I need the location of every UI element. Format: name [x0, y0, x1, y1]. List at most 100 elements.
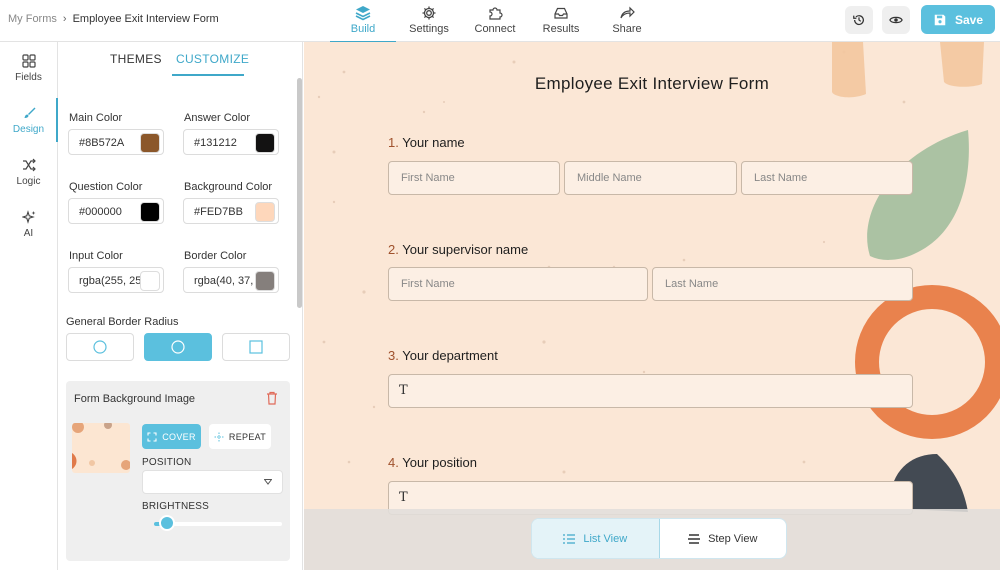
tab-results-label: Results	[542, 23, 580, 35]
background-image-thumbnail	[72, 423, 130, 473]
floppy-icon	[934, 14, 946, 25]
main-color-swatch[interactable]	[140, 133, 160, 153]
input-color-swatch[interactable]	[140, 271, 160, 291]
border-radius-label: General Border Radius	[66, 316, 179, 328]
save-label: Save	[954, 12, 984, 27]
q1-middle-name-placeholder: Middle Name	[577, 172, 642, 184]
q1-first-name-input[interactable]: First Name	[388, 161, 560, 195]
background-color-field[interactable]: #FED7BB	[183, 198, 279, 224]
tab-share-label: Share	[612, 23, 642, 35]
view-toggle: List View Step View	[531, 518, 787, 559]
question-3-number: 3.	[388, 348, 399, 363]
form-background-image-card: Form Background Image COVER REPEAT POSIT…	[66, 381, 290, 561]
q1-last-name-input[interactable]: Last Name	[741, 161, 913, 195]
list-view-button[interactable]: List View	[532, 519, 660, 558]
text-field-icon: T	[399, 490, 408, 505]
position-select[interactable]	[142, 470, 283, 494]
breadcrumb-separator: ›	[62, 13, 67, 25]
rail-item-logic[interactable]: Logic	[0, 146, 57, 198]
q1-middle-name-input[interactable]: Middle Name	[564, 161, 737, 195]
q3-department-input[interactable]: T	[388, 374, 913, 408]
question-2-text: Your supervisor name	[402, 242, 529, 257]
expand-icon	[147, 431, 157, 442]
tab-build-label: Build	[350, 23, 376, 35]
sparkle-icon	[21, 209, 35, 224]
answer-color-value: #131212	[194, 137, 237, 149]
input-color-label: Input Color	[69, 250, 123, 262]
step-view-button[interactable]: Step View	[660, 519, 787, 558]
question-color-field[interactable]: #000000	[68, 198, 164, 224]
question-4-label: 4. Your position	[388, 455, 477, 470]
background-color-swatch[interactable]	[255, 202, 275, 222]
question-1-number: 1.	[388, 135, 399, 150]
design-panel: THEMES CUSTOMIZE Main Color #8B572A Answ…	[58, 42, 303, 570]
brightness-slider-thumb[interactable]	[158, 515, 175, 531]
border-color-field[interactable]: rgba(40, 37,	[183, 267, 279, 293]
input-color-value: rgba(255, 25	[79, 275, 141, 287]
radius-option-round[interactable]	[66, 333, 134, 361]
rail-item-design[interactable]: Design	[0, 94, 58, 146]
tab-connect-label: Connect	[474, 23, 516, 35]
main-color-value: #8B572A	[79, 137, 125, 149]
eye-icon	[889, 16, 903, 24]
tab-connect[interactable]: Connect	[462, 0, 528, 42]
list-view-label: List View	[583, 532, 628, 545]
tab-themes[interactable]: THEMES	[110, 52, 162, 66]
question-color-label: Question Color	[69, 181, 143, 193]
breadcrumb-my-forms[interactable]: My Forms	[8, 13, 57, 25]
question-color-swatch[interactable]	[140, 202, 160, 222]
rail-logic-label: Logic	[16, 175, 41, 187]
border-color-swatch[interactable]	[255, 271, 275, 291]
top-bar: My Forms › Employee Exit Interview Form …	[0, 0, 1000, 43]
bg-image-title: Form Background Image	[74, 393, 196, 405]
brush-icon	[24, 107, 35, 118]
preview-button[interactable]	[882, 6, 910, 34]
steps-icon	[688, 533, 701, 544]
history-button[interactable]	[845, 6, 873, 34]
q1-first-name-placeholder: First Name	[401, 172, 455, 184]
form-canvas: Employee Exit Interview Form 1. Your nam…	[304, 42, 1000, 570]
question-4-text: Your position	[402, 455, 477, 470]
repeat-grid-icon	[214, 432, 224, 441]
q2-last-name-input[interactable]: Last Name	[652, 267, 913, 301]
radius-option-rounded[interactable]	[144, 333, 212, 361]
repeat-button[interactable]: REPEAT	[209, 424, 271, 449]
circle-icon	[93, 340, 107, 354]
panel-scrollbar[interactable]	[297, 78, 302, 308]
rail-item-fields[interactable]: Fields	[0, 42, 57, 94]
radius-option-square[interactable]	[222, 333, 290, 361]
rail-item-ai[interactable]: AI	[0, 198, 57, 250]
position-label: POSITION	[142, 457, 192, 468]
tab-share[interactable]: Share	[594, 0, 660, 42]
tab-customize[interactable]: CUSTOMIZE	[176, 52, 249, 66]
border-color-label: Border Color	[184, 250, 247, 262]
rounded-square-icon	[171, 340, 185, 354]
tab-results[interactable]: Results	[528, 0, 594, 42]
step-view-label: Step View	[708, 532, 758, 545]
tab-settings[interactable]: Settings	[396, 0, 462, 42]
save-button[interactable]: Save	[921, 5, 995, 34]
breadcrumb: My Forms › Employee Exit Interview Form	[8, 13, 219, 25]
answer-color-field[interactable]: #131212	[183, 129, 279, 155]
grid-icon	[21, 53, 36, 68]
brightness-label: BRIGHTNESS	[142, 501, 210, 512]
background-color-value: #FED7BB	[194, 206, 243, 218]
q2-first-name-input[interactable]: First Name	[388, 267, 648, 301]
trash-icon[interactable]	[266, 391, 278, 405]
background-color-label: Background Color	[184, 181, 273, 193]
cover-label: COVER	[162, 431, 196, 442]
question-3-label: 3. Your department	[388, 348, 498, 363]
question-color-value: #000000	[79, 206, 122, 218]
history-icon	[853, 15, 864, 26]
q2-last-name-placeholder: Last Name	[665, 278, 719, 290]
tab-build[interactable]: Build	[330, 0, 396, 43]
list-icon	[563, 533, 576, 544]
cover-button[interactable]: COVER	[142, 424, 201, 449]
answer-color-swatch[interactable]	[255, 133, 275, 153]
repeat-label: REPEAT	[228, 431, 267, 442]
answer-color-label: Answer Color	[184, 112, 251, 124]
main-color-field[interactable]: #8B572A	[68, 129, 164, 155]
input-color-field[interactable]: rgba(255, 25	[68, 267, 164, 293]
text-field-icon: T	[399, 383, 408, 398]
main-nav-tabs: Build Settings Connect Results Share	[330, 0, 660, 43]
